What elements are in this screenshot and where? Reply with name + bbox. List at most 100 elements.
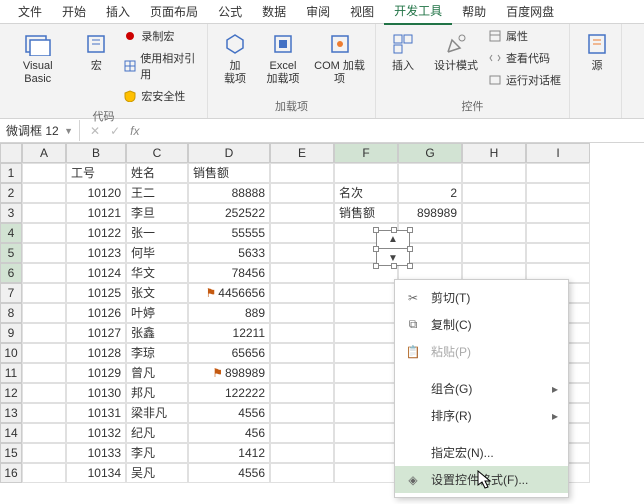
cell-A7[interactable] — [22, 283, 66, 303]
cell-G3[interactable]: 898989 — [398, 203, 462, 223]
cell-A3[interactable] — [22, 203, 66, 223]
cell-E14[interactable] — [270, 423, 334, 443]
cell-D15[interactable]: 1412 — [188, 443, 270, 463]
design-mode-button[interactable]: 设计模式 — [428, 26, 484, 77]
cell-B15[interactable]: 10133 — [66, 443, 126, 463]
cell-F14[interactable] — [334, 423, 398, 443]
cell-A13[interactable] — [22, 403, 66, 423]
cell-B12[interactable]: 10130 — [66, 383, 126, 403]
cell-D10[interactable]: 65656 — [188, 343, 270, 363]
row-head-6[interactable]: 6 — [0, 263, 22, 283]
xml-source-button[interactable]: 源 — [574, 26, 620, 77]
cell-C3[interactable]: 李旦 — [126, 203, 188, 223]
cell-F1[interactable] — [334, 163, 398, 183]
cell-E4[interactable] — [270, 223, 334, 243]
cell-B16[interactable]: 10134 — [66, 463, 126, 483]
cell-C1[interactable]: 姓名 — [126, 163, 188, 183]
cell-H1[interactable] — [462, 163, 526, 183]
row-head-16[interactable]: 16 — [0, 463, 22, 483]
ctx-assign-macro[interactable]: 指定宏(N)... — [395, 439, 568, 466]
tab-review[interactable]: 审阅 — [296, 0, 340, 24]
view-code-button[interactable]: 查看代码 — [486, 48, 563, 68]
cell-F7[interactable] — [334, 283, 398, 303]
tab-view[interactable]: 视图 — [340, 0, 384, 24]
com-addins-button[interactable]: COM 加载项 — [308, 26, 371, 90]
cell-B7[interactable]: 10125 — [66, 283, 126, 303]
cell-D14[interactable]: 456 — [188, 423, 270, 443]
cell-C10[interactable]: 李琼 — [126, 343, 188, 363]
cell-B8[interactable]: 10126 — [66, 303, 126, 323]
cell-B9[interactable]: 10127 — [66, 323, 126, 343]
tab-data[interactable]: 数据 — [252, 0, 296, 24]
cell-A14[interactable] — [22, 423, 66, 443]
cell-E16[interactable] — [270, 463, 334, 483]
cell-F8[interactable] — [334, 303, 398, 323]
cell-C7[interactable]: 张文 — [126, 283, 188, 303]
cell-D3[interactable]: 252522 — [188, 203, 270, 223]
cell-E2[interactable] — [270, 183, 334, 203]
cell-C12[interactable]: 邦凡 — [126, 383, 188, 403]
col-head-B[interactable]: B — [66, 143, 126, 163]
cell-D8[interactable]: 889 — [188, 303, 270, 323]
cell-C13[interactable]: 梁非凡 — [126, 403, 188, 423]
cell-F10[interactable] — [334, 343, 398, 363]
controls-insert-button[interactable]: 插入 — [380, 26, 426, 77]
cell-A15[interactable] — [22, 443, 66, 463]
cell-F16[interactable] — [334, 463, 398, 483]
cell-D16[interactable]: 4556 — [188, 463, 270, 483]
cell-B5[interactable]: 10123 — [66, 243, 126, 263]
ctx-cut[interactable]: ✂剪切(T) — [395, 284, 568, 311]
cell-A5[interactable] — [22, 243, 66, 263]
cell-C6[interactable]: 华文 — [126, 263, 188, 283]
cell-A4[interactable] — [22, 223, 66, 243]
col-head-F[interactable]: F — [334, 143, 398, 163]
row-head-7[interactable]: 7 — [0, 283, 22, 303]
excel-addins-button[interactable]: Excel 加载项 — [260, 26, 306, 90]
cell-I3[interactable] — [526, 203, 590, 223]
cell-D11[interactable]: ⚑898989 — [188, 363, 270, 383]
fx-icon[interactable]: fx — [130, 124, 139, 138]
cell-I5[interactable] — [526, 243, 590, 263]
cell-E11[interactable] — [270, 363, 334, 383]
row-head-4[interactable]: 4 — [0, 223, 22, 243]
cell-I1[interactable] — [526, 163, 590, 183]
cell-F12[interactable] — [334, 383, 398, 403]
run-dialog-button[interactable]: 运行对话框 — [486, 70, 563, 90]
cell-D9[interactable]: 12211 — [188, 323, 270, 343]
cell-G2[interactable]: 2 — [398, 183, 462, 203]
cell-C16[interactable]: 吴凡 — [126, 463, 188, 483]
cell-E6[interactable] — [270, 263, 334, 283]
cell-A11[interactable] — [22, 363, 66, 383]
row-head-11[interactable]: 11 — [0, 363, 22, 383]
cell-E1[interactable] — [270, 163, 334, 183]
cell-D6[interactable]: 78456 — [188, 263, 270, 283]
cell-H2[interactable] — [462, 183, 526, 203]
row-head-10[interactable]: 10 — [0, 343, 22, 363]
row-head-3[interactable]: 3 — [0, 203, 22, 223]
cell-D5[interactable]: 5633 — [188, 243, 270, 263]
visual-basic-button[interactable]: Visual Basic — [4, 26, 71, 90]
col-head-E[interactable]: E — [270, 143, 334, 163]
cell-C14[interactable]: 纪凡 — [126, 423, 188, 443]
cell-A6[interactable] — [22, 263, 66, 283]
row-head-8[interactable]: 8 — [0, 303, 22, 323]
tab-formula[interactable]: 公式 — [208, 0, 252, 24]
ctx-order[interactable]: 排序(R)▸ — [395, 402, 568, 429]
tab-layout[interactable]: 页面布局 — [140, 0, 208, 24]
col-head-D[interactable]: D — [188, 143, 270, 163]
cell-B6[interactable]: 10124 — [66, 263, 126, 283]
cell-A1[interactable] — [22, 163, 66, 183]
col-head-C[interactable]: C — [126, 143, 188, 163]
cell-A2[interactable] — [22, 183, 66, 203]
cell-F2[interactable]: 名次 — [334, 183, 398, 203]
cell-I4[interactable] — [526, 223, 590, 243]
select-all-corner[interactable] — [0, 143, 22, 163]
row-head-2[interactable]: 2 — [0, 183, 22, 203]
cell-B14[interactable]: 10132 — [66, 423, 126, 443]
cell-B13[interactable]: 10131 — [66, 403, 126, 423]
macro-security-button[interactable]: 宏安全性 — [121, 86, 203, 106]
row-head-5[interactable]: 5 — [0, 243, 22, 263]
col-head-H[interactable]: H — [462, 143, 526, 163]
cell-D4[interactable]: 55555 — [188, 223, 270, 243]
row-head-13[interactable]: 13 — [0, 403, 22, 423]
